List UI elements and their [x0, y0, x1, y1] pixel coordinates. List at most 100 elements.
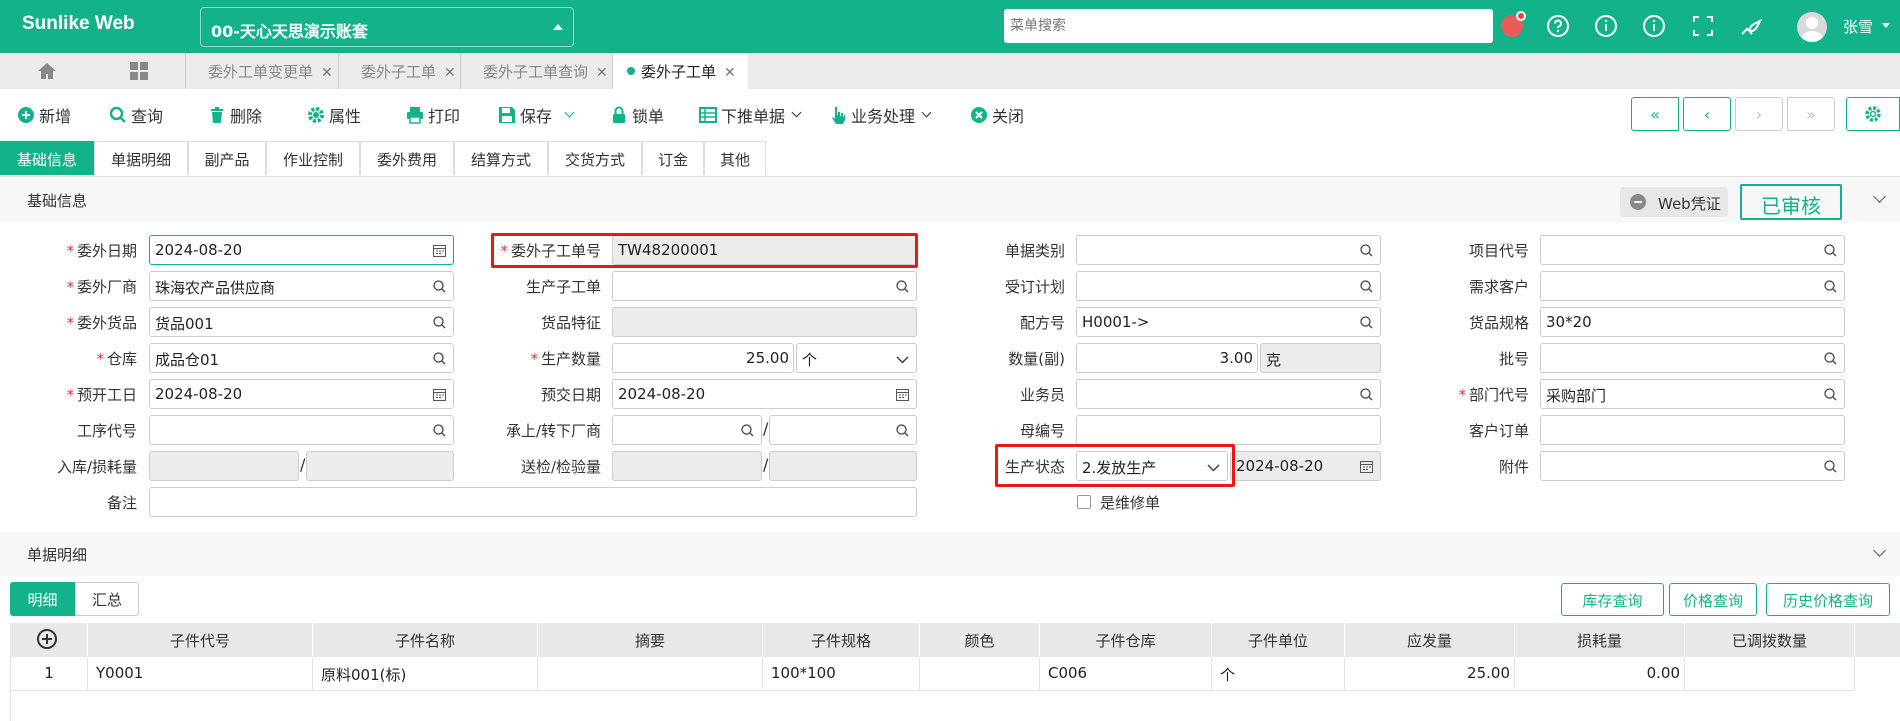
prev-vendor-field[interactable] — [612, 415, 762, 445]
query-button[interactable]: 查询 — [109, 103, 163, 127]
search-icon[interactable] — [1824, 244, 1837, 257]
tab-other[interactable]: 其他 — [704, 141, 766, 175]
tab-outsource-fee[interactable]: 委外费用 — [360, 141, 454, 175]
doc-type-field[interactable] — [1076, 235, 1381, 265]
cell-name[interactable]: 原料001(标) — [313, 657, 538, 691]
prev-record-button[interactable]: ‹ — [1683, 97, 1731, 131]
col-header[interactable]: 损耗量 — [1515, 623, 1685, 657]
lock-button[interactable]: 锁单 — [610, 103, 664, 127]
qty2-field[interactable]: 3.00 — [1076, 343, 1258, 373]
cell-loss[interactable]: 0.00 — [1515, 657, 1685, 691]
chevron-down-icon[interactable] — [1873, 544, 1886, 557]
search-icon[interactable] — [1824, 280, 1837, 293]
cust-order-field[interactable] — [1540, 415, 1845, 445]
cell-spec[interactable]: 100*100 — [763, 657, 920, 691]
last-record-button[interactable]: » — [1787, 97, 1835, 131]
search-icon[interactable] — [1360, 388, 1373, 401]
prod-order-field[interactable] — [612, 271, 917, 301]
tab-doc-detail[interactable]: 单据明细 — [94, 141, 188, 175]
tab-deposit[interactable]: 订金 — [642, 141, 704, 175]
settings-button[interactable] — [1846, 97, 1900, 131]
search-icon[interactable] — [433, 280, 446, 293]
col-header[interactable]: 子件名称 — [313, 623, 538, 657]
close-icon[interactable]: ✕ — [724, 65, 736, 81]
col-header[interactable]: 摘要 — [538, 623, 763, 657]
batch-field[interactable] — [1540, 343, 1845, 373]
first-record-button[interactable]: « — [1631, 97, 1679, 131]
search-icon[interactable] — [896, 280, 909, 293]
cell-moved[interactable] — [1685, 657, 1855, 691]
tab-settlement[interactable]: 结算方式 — [454, 141, 548, 175]
process-field[interactable] — [149, 415, 454, 445]
search-icon[interactable] — [1360, 316, 1373, 329]
plus-circle-icon[interactable] — [37, 629, 57, 649]
push-down-button[interactable]: 下推单据 — [699, 103, 802, 127]
basic-info-header[interactable]: 基础信息 Web凭证 已审核 — [0, 178, 1900, 222]
search-icon[interactable] — [1360, 244, 1373, 257]
search-icon[interactable] — [896, 424, 909, 437]
cell-qty[interactable]: 25.00 — [1345, 657, 1515, 691]
search-icon[interactable] — [433, 424, 446, 437]
apps-tab[interactable] — [116, 53, 162, 89]
search-icon[interactable] — [1824, 352, 1837, 365]
out-date-field[interactable]: 2024-08-20 — [149, 235, 454, 265]
tab-outsource-suborder-active[interactable]: 委外子工单 ✕ — [612, 53, 748, 89]
save-button[interactable]: 保存 — [498, 103, 575, 127]
col-header[interactable]: 子件仓库 — [1040, 623, 1212, 657]
delete-button[interactable]: 删除 — [208, 103, 262, 127]
attach-field[interactable] — [1540, 451, 1845, 481]
goods-field[interactable]: 货品001 — [149, 307, 454, 337]
calendar-icon[interactable] — [433, 244, 446, 257]
search-icon[interactable] — [433, 352, 446, 365]
detail-header[interactable]: 单据明细 — [0, 532, 1900, 576]
remark-field[interactable] — [149, 487, 917, 517]
business-button[interactable]: 业务处理 — [829, 103, 932, 127]
project-field[interactable] — [1540, 235, 1845, 265]
search-icon[interactable] — [433, 316, 446, 329]
search-icon[interactable] — [1360, 280, 1373, 293]
account-selector[interactable]: 00-天心天思演示账套 — [200, 7, 574, 47]
start-date-field[interactable]: 2024-08-20 — [149, 379, 454, 409]
spec-field[interactable]: 30*20 — [1540, 307, 1845, 337]
col-header[interactable]: 颜色 — [920, 623, 1040, 657]
search-icon[interactable] — [1824, 460, 1837, 473]
theme-icon[interactable] — [1739, 14, 1763, 38]
user-name[interactable]: 张雪 — [1843, 16, 1873, 37]
next-vendor-field[interactable] — [769, 415, 917, 445]
tab-work-control[interactable]: 作业控制 — [266, 141, 360, 175]
add-button[interactable]: 新增 — [17, 103, 71, 127]
print-button[interactable]: 打印 — [406, 103, 460, 127]
dept-field[interactable]: 采购部门 — [1540, 379, 1845, 409]
next-record-button[interactable]: › — [1735, 97, 1783, 131]
tab-outsource-query[interactable]: 委外子工单查询 ✕ — [460, 53, 620, 89]
due-date-field[interactable]: 2024-08-20 — [612, 379, 917, 409]
formula-field[interactable]: H0001-> — [1076, 307, 1381, 337]
cell-color[interactable] — [920, 657, 1040, 691]
vendor-field[interactable]: 珠海农产品供应商 — [149, 271, 454, 301]
menu-search-input[interactable] — [1004, 9, 1493, 43]
chevron-down-icon[interactable] — [1873, 190, 1886, 203]
home-tab[interactable] — [24, 53, 70, 89]
tab-summary[interactable]: 汇总 — [75, 582, 139, 616]
tab-outsource-change[interactable]: 委外工单变更单 ✕ — [185, 53, 345, 89]
chevron-down-icon[interactable] — [564, 107, 575, 117]
qty-field[interactable]: 25.00 — [612, 343, 794, 373]
col-header[interactable]: 子件规格 — [763, 623, 920, 657]
tab-detail[interactable]: 明细 — [10, 582, 75, 616]
qty-unit-select[interactable]: 个 — [796, 343, 917, 373]
cell-code[interactable]: Y0001 — [88, 657, 313, 691]
search-icon[interactable] — [1824, 388, 1837, 401]
cell-memo[interactable] — [538, 657, 763, 691]
history-price-button[interactable]: 历史价格查询 — [1766, 583, 1890, 616]
close-button[interactable]: 关闭 — [970, 103, 1024, 127]
repair-checkbox[interactable] — [1077, 495, 1091, 509]
close-icon[interactable]: ✕ — [444, 65, 456, 81]
about-icon[interactable] — [1642, 14, 1666, 38]
col-header[interactable]: 已调拨数量 — [1685, 623, 1855, 657]
calendar-icon[interactable] — [433, 388, 446, 401]
add-row-header[interactable] — [10, 623, 88, 657]
calendar-icon[interactable] — [896, 388, 909, 401]
stock-query-button[interactable]: 库存查询 — [1561, 583, 1664, 616]
salesperson-field[interactable] — [1076, 379, 1381, 409]
col-header[interactable]: 应发量 — [1345, 623, 1515, 657]
